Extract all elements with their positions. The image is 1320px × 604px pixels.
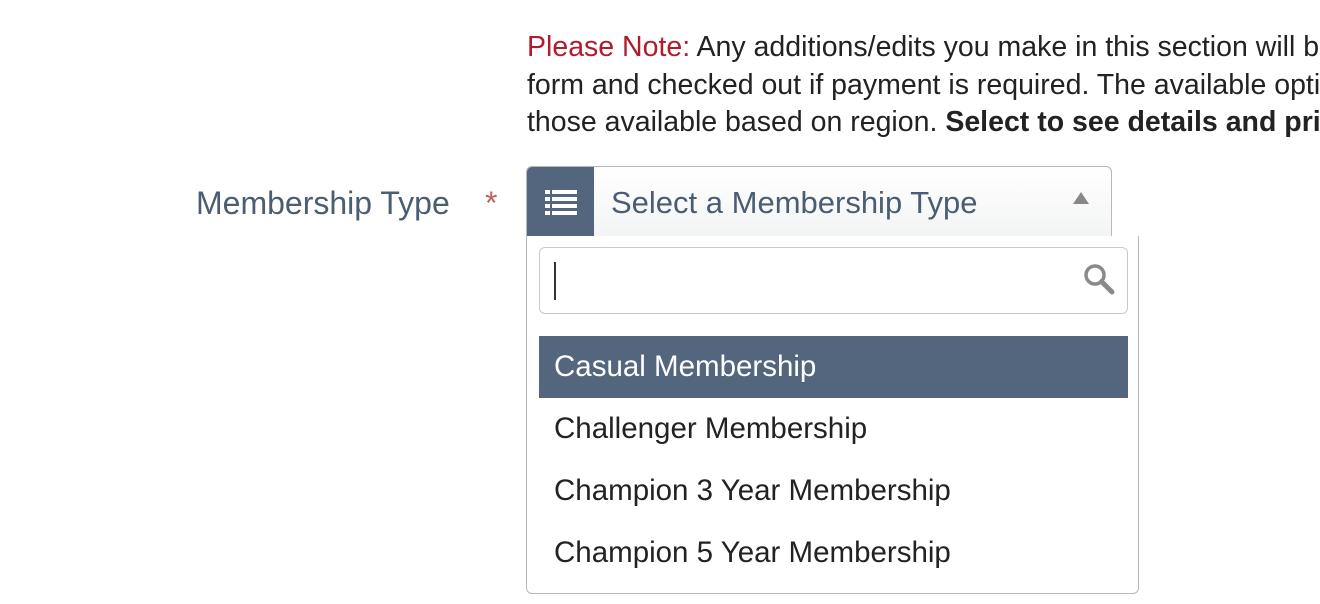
note-line-3: those available based on region. Select …: [527, 104, 1320, 142]
option-champion-5-year-membership[interactable]: Champion 5 Year Membership: [539, 522, 1128, 584]
text-cursor: [554, 262, 556, 300]
options-list: Casual Membership Challenger Membership …: [539, 336, 1128, 584]
note-line-2: form and checked out if payment is requi…: [527, 68, 1320, 101]
list-icon: [527, 167, 594, 237]
note-line-3-bold: Select to see details and pricing.: [945, 106, 1320, 138]
please-note-text: Please Note: Any additions/edits you mak…: [527, 29, 1320, 142]
caret-up-icon[interactable]: [1073, 192, 1089, 204]
dropdown-search-input[interactable]: [550, 256, 1074, 306]
required-marker: *: [485, 185, 498, 221]
note-line-3-text: those available based on region.: [527, 106, 946, 138]
option-casual-membership[interactable]: Casual Membership: [539, 336, 1128, 398]
dropdown-search-box[interactable]: [539, 247, 1128, 314]
option-challenger-membership[interactable]: Challenger Membership: [539, 398, 1128, 460]
option-champion-3-year-membership[interactable]: Champion 3 Year Membership: [539, 460, 1128, 522]
selected-value: Select a Membership Type: [611, 185, 978, 220]
membership-type-dropdown: Casual Membership Challenger Membership …: [526, 236, 1139, 594]
list-icon-glyph: [545, 190, 577, 215]
search-icon: [1084, 264, 1115, 295]
membership-type-label: Membership Type: [196, 185, 450, 221]
note-line-1: Please Note: Any additions/edits you mak…: [527, 29, 1320, 67]
note-line-1-text: Any additions/edits you make in this sec…: [696, 31, 1320, 63]
membership-type-select[interactable]: Select a Membership Type: [526, 166, 1112, 237]
note-prefix: Please Note:: [527, 31, 691, 63]
